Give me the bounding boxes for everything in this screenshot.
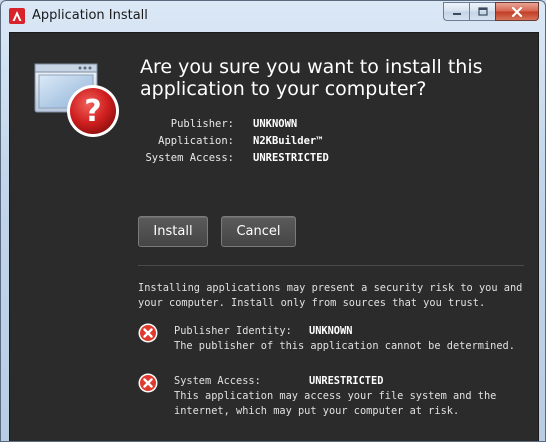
application-install-window: Application Install ? Are you sure you w…: [0, 0, 546, 442]
security-warning: Installing applications may present a se…: [138, 281, 530, 311]
risk-label: System Access:: [174, 375, 261, 387]
question-line-2: application to your computer?: [140, 78, 427, 100]
application-label: Application:: [158, 135, 234, 147]
svg-text:?: ?: [84, 94, 101, 129]
window-question-icon: ?: [33, 60, 125, 140]
close-icon: [511, 6, 523, 17]
minimize-button[interactable]: [443, 2, 469, 21]
detail-labels: Publisher: Application: System Access:: [114, 116, 234, 167]
error-x-icon: [138, 373, 158, 393]
risk-text: System Access: UNRESTRICTED This applica…: [174, 374, 496, 419]
system-access-label: System Access:: [145, 152, 234, 164]
warning-line-1: Installing applications may present a se…: [138, 282, 523, 294]
dialog-content: ? Are you sure you want to install this …: [9, 32, 539, 441]
divider: [138, 265, 524, 266]
risk-heading: System Access: UNRESTRICTED: [174, 374, 496, 389]
title-bar[interactable]: Application Install: [1, 1, 545, 31]
adobe-air-icon: [9, 8, 25, 24]
minimize-icon: [452, 12, 461, 15]
risk-description-line: This application may access your file sy…: [174, 390, 497, 402]
maximize-button[interactable]: [469, 2, 495, 21]
window-controls: [443, 2, 539, 22]
publisher-value: UNKNOWN: [253, 118, 298, 130]
window-title: Application Install: [32, 8, 148, 23]
risk-text: Publisher Identity: UNKNOWN The publishe…: [174, 324, 515, 354]
warning-line-2: your computer. Install only from sources…: [138, 297, 486, 309]
maximize-icon: [477, 7, 488, 16]
detail-values: UNKNOWN N2KBuilder™ UNRESTRICTED: [253, 116, 329, 167]
install-question: Are you sure you want to install this ap…: [140, 56, 520, 100]
risk-description-line: The publisher of this application cannot…: [174, 340, 515, 352]
risk-label: Publisher Identity:: [174, 325, 292, 337]
risk-description-line: internet, which may put your computer at…: [174, 405, 460, 417]
question-line-1: Are you sure you want to install this: [140, 56, 483, 78]
risk-heading: Publisher Identity: UNKNOWN: [174, 324, 515, 339]
cancel-button[interactable]: Cancel: [221, 216, 296, 247]
risk-value: UNKNOWN: [309, 325, 353, 337]
risk-value: UNRESTRICTED: [309, 375, 384, 387]
application-value: N2KBuilder™: [253, 135, 323, 147]
error-x-icon: [138, 323, 158, 343]
publisher-label: Publisher:: [170, 118, 234, 130]
close-button[interactable]: [495, 2, 539, 21]
system-access-value: UNRESTRICTED: [253, 152, 329, 164]
install-button[interactable]: Install: [138, 216, 208, 247]
